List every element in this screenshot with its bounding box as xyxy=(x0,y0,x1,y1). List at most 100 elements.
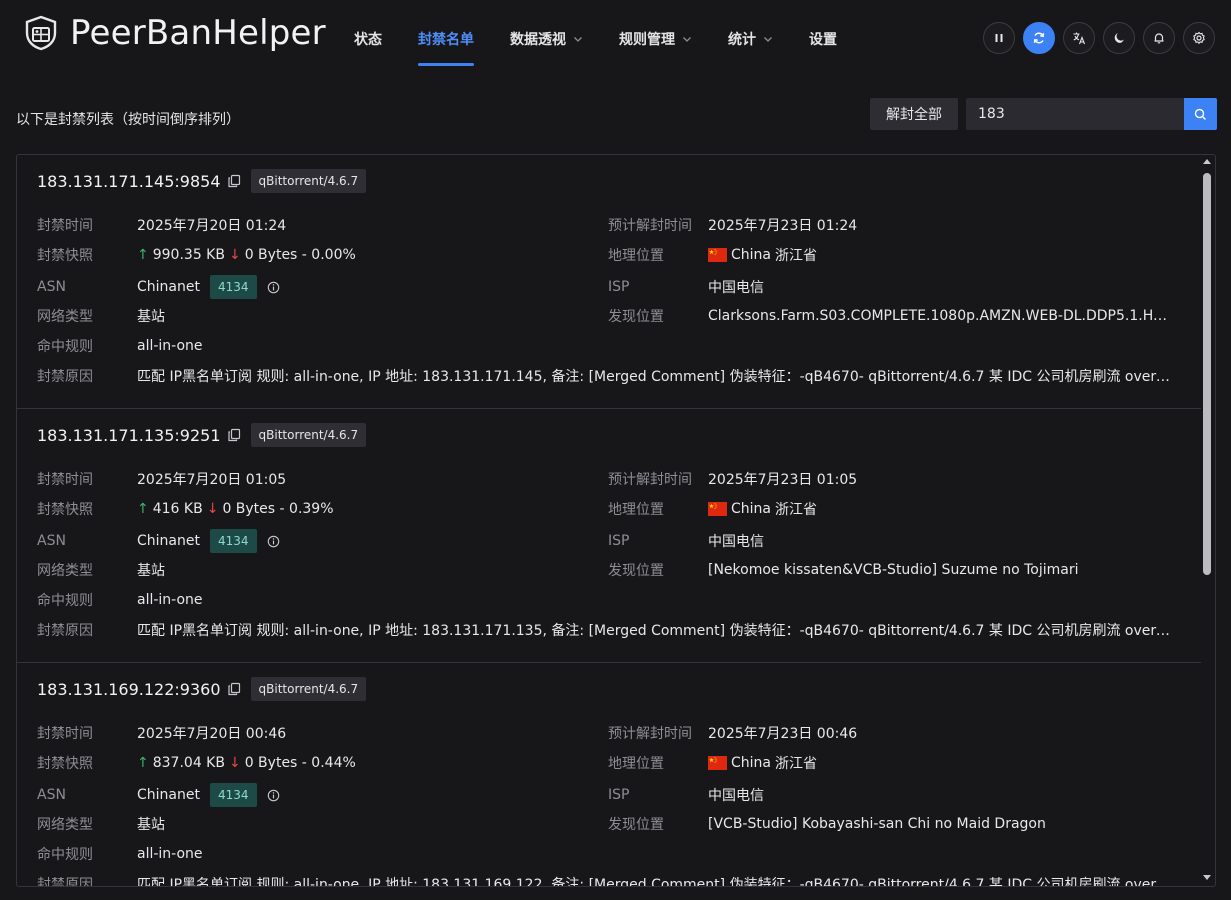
peer-address[interactable]: 183.131.171.135:9251 xyxy=(37,426,221,445)
net-type-value: 基站 xyxy=(137,817,165,833)
asn-value: Chinanet 4134 xyxy=(137,783,280,807)
nav-item-data-pivot[interactable]: 数据透视 xyxy=(510,0,583,78)
nav-item-rules[interactable]: 规则管理 xyxy=(619,0,692,78)
info-icon[interactable] xyxy=(267,535,280,548)
net-type-value: 基站 xyxy=(137,563,165,579)
geo-country: China xyxy=(731,247,771,263)
rule-value: all-in-one xyxy=(137,338,203,354)
nav-label: 封禁名单 xyxy=(418,32,474,48)
reason-row: 封禁原因 匹配 IP黑名单订阅 规则: all-in-one, IP 地址: 1… xyxy=(37,620,1177,640)
asn-org: Chinanet xyxy=(137,279,200,295)
logo-icon xyxy=(25,15,57,51)
notification-button[interactable] xyxy=(1143,22,1175,54)
auto-refresh-button[interactable] xyxy=(1023,22,1055,54)
ban-time-label: 封禁时间 xyxy=(37,472,93,488)
ban-time-value: 2025年7月20日 01:05 xyxy=(137,472,287,488)
net-type-row: 网络类型 基站 xyxy=(37,814,597,834)
geo-value: China 浙江省 xyxy=(708,753,817,773)
scroll-up-arrow[interactable] xyxy=(1203,159,1211,164)
download-amount: 0 Bytes - 0.00% xyxy=(244,247,356,263)
search-button[interactable] xyxy=(1184,98,1217,130)
settings-button[interactable] xyxy=(1183,22,1215,54)
china-flag-icon xyxy=(708,248,727,262)
geo-label: 地理位置 xyxy=(608,248,664,264)
isp-row: ISP 中国电信 xyxy=(608,783,1178,807)
copy-icon[interactable] xyxy=(227,682,241,696)
snapshot-value: ↑ 416 KB ↓ 0 Bytes - 0.39% xyxy=(137,501,334,517)
copy-icon[interactable] xyxy=(227,428,241,442)
rule-label: 命中规则 xyxy=(37,593,93,609)
pause-icon xyxy=(995,34,1003,42)
nav-item-banlist[interactable]: 封禁名单 xyxy=(418,0,474,78)
geo-row: 地理位置 China 浙江省 xyxy=(608,499,1178,519)
ban-time-row: 封禁时间 2025年7月20日 01:24 xyxy=(37,215,597,235)
nav-item-status[interactable]: 状态 xyxy=(354,0,382,78)
snapshot-row: 封禁快照 ↑ 837.04 KB ↓ 0 Bytes - 0.44% xyxy=(37,753,597,773)
upload-amount: 416 KB xyxy=(152,501,203,517)
ban-time-row: 封禁时间 2025年7月20日 01:05 xyxy=(37,469,597,489)
download-arrow-icon: ↓ xyxy=(228,247,241,263)
language-button[interactable] xyxy=(1063,22,1095,54)
geo-country: China xyxy=(731,501,771,517)
snapshot-label: 封禁快照 xyxy=(37,248,93,264)
pause-button[interactable] xyxy=(983,22,1015,54)
download-amount: 0 Bytes - 0.39% xyxy=(222,501,334,517)
translate-icon xyxy=(1073,32,1086,45)
rule-row: 命中规则 all-in-one xyxy=(37,336,597,356)
isp-label: ISP xyxy=(608,787,630,803)
snapshot-value: ↑ 837.04 KB ↓ 0 Bytes - 0.44% xyxy=(137,755,356,771)
header-actions xyxy=(975,22,1215,54)
info-icon[interactable] xyxy=(267,281,280,294)
reason-value: 匹配 IP黑名单订阅 规则: all-in-one, IP 地址: 183.13… xyxy=(137,623,1177,639)
asn-row: ASN Chinanet 4134 xyxy=(37,275,597,299)
nav-item-stats[interactable]: 统计 xyxy=(728,0,773,78)
unban-time-label: 预计解封时间 xyxy=(608,726,692,742)
asn-org: Chinanet xyxy=(137,533,200,549)
unban-time-label: 预计解封时间 xyxy=(608,218,692,234)
found-at-label: 发现位置 xyxy=(608,563,664,579)
client-tag: qBittorrent/4.6.7 xyxy=(250,423,367,447)
unban-all-button[interactable]: 解封全部 xyxy=(870,98,958,130)
found-at-label: 发现位置 xyxy=(608,817,664,833)
reason-row: 封禁原因 匹配 IP黑名单订阅 规则: all-in-one, IP 地址: 1… xyxy=(37,874,1177,887)
client-tag: qBittorrent/4.6.7 xyxy=(250,169,367,193)
ban-list-panel: 183.131.171.145:9854 qBittorrent/4.6.7 封… xyxy=(16,154,1216,887)
asn-row: ASN Chinanet 4134 xyxy=(37,783,597,807)
snapshot-label: 封禁快照 xyxy=(37,502,93,518)
asn-label: ASN xyxy=(37,533,66,549)
found-at-row: 发现位置 [VCB-Studio] Kobayashi-san Chi no M… xyxy=(608,814,1178,834)
search-input[interactable] xyxy=(966,98,1184,130)
geo-row: 地理位置 China 浙江省 xyxy=(608,753,1178,773)
bell-icon xyxy=(1154,33,1164,44)
brand[interactable]: PeerBanHelper xyxy=(24,13,326,53)
asn-label: ASN xyxy=(37,787,66,803)
found-at-label: 发现位置 xyxy=(608,309,664,325)
unban-time-value: 2025年7月23日 01:24 xyxy=(708,218,858,234)
nav-item-settings[interactable]: 设置 xyxy=(809,0,837,78)
peer-address[interactable]: 183.131.171.145:9854 xyxy=(37,172,221,191)
scroll-down-arrow[interactable] xyxy=(1203,875,1211,880)
list-title: 以下是封禁列表（按时间倒序排列） xyxy=(16,112,240,128)
reason-value: 匹配 IP黑名单订阅 规则: all-in-one, IP 地址: 183.13… xyxy=(137,369,1177,385)
found-at-row: 发现位置 Clarksons.Farm.S03.COMPLETE.1080p.A… xyxy=(608,306,1178,326)
peer-address[interactable]: 183.131.169.122:9360 xyxy=(37,680,221,699)
rule-row: 命中规则 all-in-one xyxy=(37,590,597,610)
reason-value: 匹配 IP黑名单订阅 规则: all-in-one, IP 地址: 183.13… xyxy=(137,877,1177,887)
isp-row: ISP 中国电信 xyxy=(608,529,1178,553)
download-amount: 0 Bytes - 0.44% xyxy=(244,755,356,771)
download-arrow-icon: ↓ xyxy=(228,755,241,771)
info-icon[interactable] xyxy=(267,789,280,802)
moon-icon xyxy=(1114,33,1124,43)
gear-icon xyxy=(1193,31,1205,45)
scroll-thumb[interactable] xyxy=(1203,173,1211,575)
reason-label: 封禁原因 xyxy=(37,623,93,639)
copy-icon[interactable] xyxy=(227,174,241,188)
geo-value: China 浙江省 xyxy=(708,499,817,519)
geo-label: 地理位置 xyxy=(608,756,664,772)
upload-arrow-icon: ↑ xyxy=(137,755,149,771)
isp-value: 中国电信 xyxy=(708,788,764,804)
theme-toggle-button[interactable] xyxy=(1103,22,1135,54)
asn-value: Chinanet 4134 xyxy=(137,529,280,553)
ban-time-label: 封禁时间 xyxy=(37,218,93,234)
scrollbar[interactable] xyxy=(1199,155,1215,886)
